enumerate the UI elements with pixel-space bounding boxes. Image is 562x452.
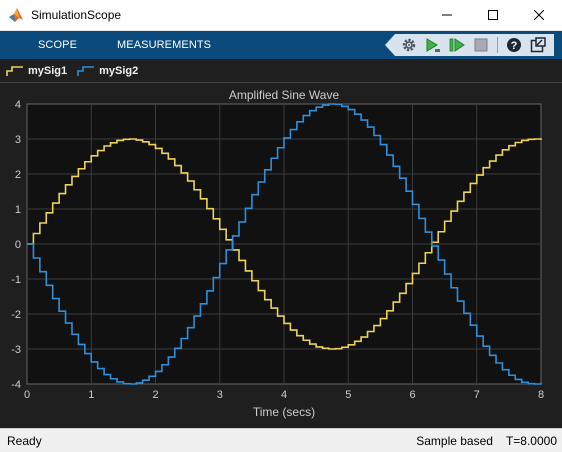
legend-swatch-mysig2 <box>77 65 95 76</box>
y-tick-label: 0 <box>15 239 21 251</box>
sample-mode-label: Sample based <box>416 433 493 448</box>
svg-text:?: ? <box>511 40 518 52</box>
status-bar: Ready Sample based T=8.0000 <box>0 428 562 452</box>
window-controls <box>424 0 562 31</box>
tab-measurements[interactable]: MEASUREMENTS <box>117 31 211 59</box>
toolbar-separator <box>497 37 498 53</box>
settings-icon <box>402 38 416 52</box>
y-tick-label: -4 <box>11 379 21 391</box>
y-tick-label: 2 <box>15 169 21 181</box>
scope-plot[interactable]: Amplified Sine Wave 0 1 2 3 4 5 6 7 8 4 3 2 1 0 -1 -2 -3 -… <box>0 84 562 426</box>
status-text: Ready <box>7 433 42 448</box>
maximize-button[interactable] <box>470 0 516 31</box>
help-icon: ? <box>507 38 521 52</box>
y-tick-label: -3 <box>11 344 21 356</box>
toolbar-buttons: ? <box>395 34 554 56</box>
undock-button[interactable] <box>528 35 548 55</box>
matlab-logo-icon <box>9 8 23 22</box>
legend-item-mysig2[interactable]: mySig2 <box>77 65 138 77</box>
x-axis-label: Time (secs) <box>253 405 315 419</box>
plot-area: Amplified Sine Wave 0 1 2 3 4 5 6 7 8 4 3 2 1 0 -1 -2 -3 -… <box>0 84 562 426</box>
minimize-icon <box>442 14 452 16</box>
y-tick-label: -2 <box>11 309 21 321</box>
undock-icon <box>530 37 546 53</box>
x-tick-label: 8 <box>538 389 544 401</box>
simulation-time: T=8.0000 <box>505 433 557 448</box>
x-tick-label: 1 <box>88 389 94 401</box>
tab-scope[interactable]: SCOPE <box>38 31 77 59</box>
legend-label: mySig1 <box>28 64 68 77</box>
window-title: SimulationScope <box>31 8 122 22</box>
y-tick-label: -1 <box>11 274 21 286</box>
close-button[interactable] <box>516 0 562 31</box>
toolbar-edge-icon <box>385 34 395 56</box>
scope-window: SimulationScope SCOPE MEASUREMENTS ? myS… <box>0 0 562 452</box>
quick-access-toolbar: ? <box>385 34 554 56</box>
legend-swatch-mysig1 <box>6 65 23 76</box>
chart-title: Amplified Sine Wave <box>229 88 340 102</box>
x-tick-label: 6 <box>409 389 415 401</box>
run-button[interactable] <box>447 35 467 55</box>
y-tick-label: 1 <box>15 204 21 216</box>
run-icon <box>449 38 465 52</box>
help-button[interactable]: ? <box>504 35 524 55</box>
x-tick-label: 5 <box>345 389 351 401</box>
toolstrip: SCOPE MEASUREMENTS ? <box>0 31 562 59</box>
legend-item-mysig1[interactable]: mySig1 <box>6 65 67 77</box>
x-tick-label: 4 <box>281 389 287 401</box>
stop-icon <box>474 38 488 52</box>
title-bar: SimulationScope <box>0 0 562 31</box>
x-tick-label: 2 <box>152 389 158 401</box>
x-tick-label: 7 <box>474 389 480 401</box>
minimize-button[interactable] <box>424 0 470 31</box>
step-forward-icon <box>426 38 440 52</box>
close-icon <box>534 10 544 20</box>
maximize-icon <box>488 10 498 20</box>
stop-button[interactable] <box>471 35 491 55</box>
y-tick-label: 4 <box>15 99 21 111</box>
legend-label: mySig2 <box>99 64 139 77</box>
x-tick-label: 3 <box>217 389 223 401</box>
x-tick-label: 0 <box>24 389 30 401</box>
y-tick-label: 3 <box>15 134 21 146</box>
legend: mySig1 mySig2 <box>0 59 562 83</box>
step-forward-button[interactable] <box>423 35 443 55</box>
settings-button[interactable] <box>399 35 419 55</box>
